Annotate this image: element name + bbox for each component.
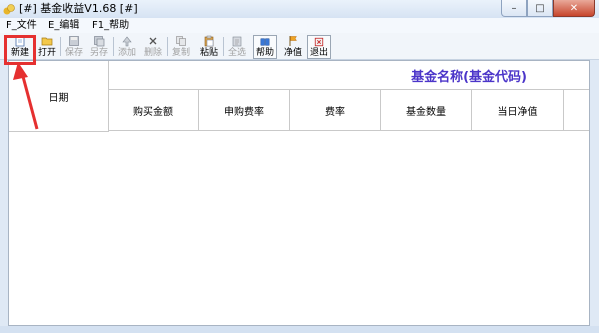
select-all-label: 全选	[227, 48, 246, 58]
add-label: 添加	[117, 48, 136, 58]
window-title: [#] 基金收益V1.68 [#]	[19, 2, 138, 15]
save-as-label: 另存	[89, 48, 108, 58]
menu-help[interactable]: F1_帮助	[92, 18, 129, 33]
maximize-button[interactable]: □	[527, 0, 553, 17]
toolbar-separator	[167, 37, 168, 56]
column-header-extra[interactable]	[564, 90, 589, 131]
select-all-icon	[232, 36, 242, 47]
copy-label: 复制	[171, 48, 190, 58]
add-button[interactable]: 添加	[116, 34, 138, 58]
toolbar-separator	[60, 37, 61, 56]
save-label: 保存	[64, 48, 83, 58]
fund-name-header[interactable]: 基金名称(基金代码)	[108, 61, 589, 90]
column-header-purchase-amount[interactable]: 购买金额	[108, 90, 199, 131]
menu-edit[interactable]: E_编辑	[48, 18, 79, 33]
paste-label: 粘贴	[199, 48, 218, 58]
highlight-box	[4, 35, 36, 65]
copy-button[interactable]: 复制	[170, 34, 192, 58]
save-as-icon	[94, 36, 105, 47]
toolbar-separator	[223, 37, 224, 56]
menu-bar: F_文件 E_编辑 F1_帮助	[0, 18, 599, 33]
column-header-nav[interactable]: 当日净值	[472, 90, 564, 131]
column-header-fund-quantity[interactable]: 基金数量	[381, 90, 472, 131]
nav-button[interactable]: 净值	[282, 34, 304, 58]
toolbar-separator	[113, 37, 114, 56]
nav-label: 净值	[283, 48, 302, 58]
column-header-subscription-rate[interactable]: 申购费率	[199, 90, 290, 131]
delete-x-icon	[149, 37, 157, 45]
save-disk-icon	[69, 36, 79, 46]
exit-icon	[314, 37, 324, 47]
paste-button[interactable]: 粘贴	[198, 34, 220, 58]
save-button[interactable]: 保存	[63, 34, 85, 58]
status-bar	[0, 326, 599, 333]
exit-label: 退出	[309, 48, 328, 58]
window-controls: – □ ✕	[501, 0, 595, 18]
exit-button[interactable]: 退出	[307, 35, 331, 59]
open-button[interactable]: 打开	[36, 34, 58, 58]
column-header-fee-rate[interactable]: 费率	[290, 90, 381, 131]
title-bar: [#] 基金收益V1.68 [#] – □ ✕	[0, 0, 599, 18]
toolbar: 新建 打开 保存 另存 添加 删除 复制 粘贴 全选 帮助 净值 退出	[0, 33, 599, 60]
paste-clipboard-icon	[204, 35, 214, 47]
date-column-header[interactable]: 日期	[9, 61, 109, 132]
copy-icon	[176, 36, 186, 46]
minimize-button[interactable]: –	[501, 0, 527, 17]
save-as-button[interactable]: 另存	[88, 34, 110, 58]
help-label: 帮助	[255, 48, 274, 58]
open-folder-icon	[41, 37, 53, 46]
flag-icon	[289, 36, 297, 46]
open-label: 打开	[37, 48, 56, 58]
help-button[interactable]: 帮助	[253, 35, 277, 59]
data-grid[interactable]: 日期 基金名称(基金代码) 购买金额 申购费率 费率 基金数量 当日净值	[8, 60, 590, 326]
add-icon	[122, 36, 132, 47]
delete-button[interactable]: 删除	[142, 34, 164, 58]
app-icon	[3, 4, 15, 15]
select-all-button[interactable]: 全选	[226, 34, 248, 58]
close-button[interactable]: ✕	[553, 0, 595, 17]
help-book-icon	[260, 38, 270, 46]
delete-label: 删除	[143, 48, 162, 58]
menu-file[interactable]: F_文件	[6, 18, 37, 33]
